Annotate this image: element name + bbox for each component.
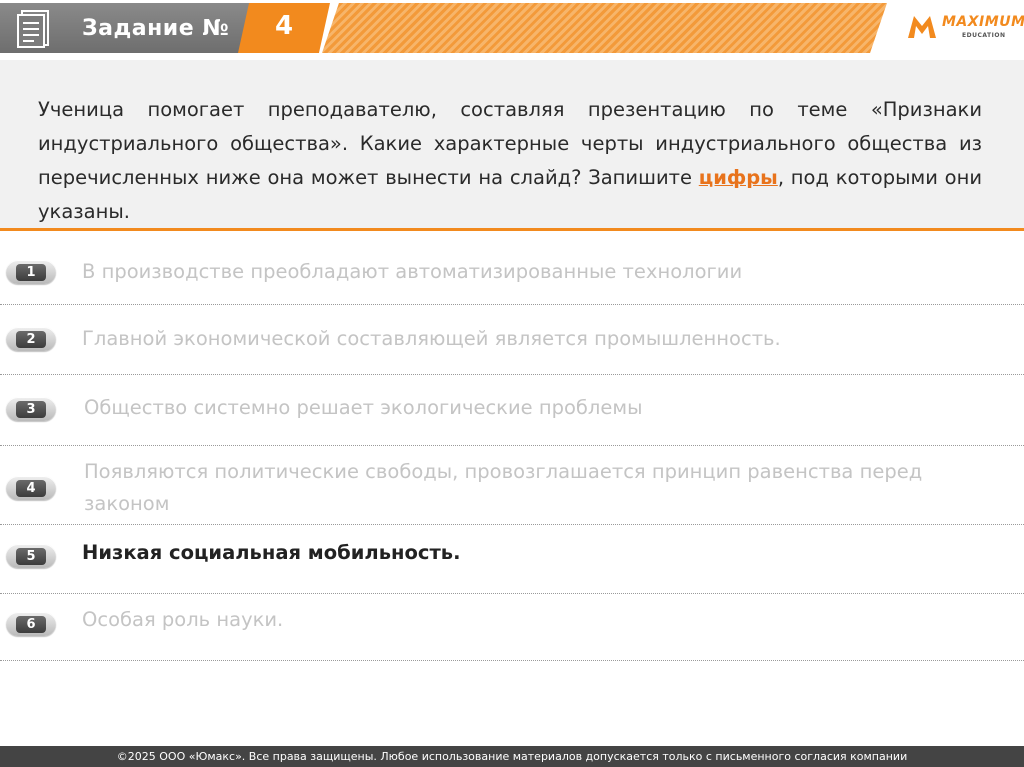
option-badge: 5 <box>6 544 56 568</box>
header-bar: Задание № 4 MAXIMUM EDUCATION <box>0 0 1024 60</box>
option-badge: 4 <box>6 476 56 500</box>
option-text: В производстве преобладают автоматизиров… <box>82 260 743 283</box>
logo-mark-icon <box>908 16 936 38</box>
header-stripe <box>322 3 887 53</box>
option-number: 4 <box>16 480 46 497</box>
option-number: 2 <box>16 331 46 348</box>
option-separator <box>0 593 1024 594</box>
option-separator <box>0 304 1024 305</box>
option-number: 1 <box>16 264 46 281</box>
option-text: Появляются политические свободы, провозг… <box>84 460 923 515</box>
logo-name: MAXIMUM <box>942 14 1024 30</box>
option-badge: 6 <box>6 612 56 636</box>
copyright-footer: ©2025 ООО «Юмакс». Все права защищены. Л… <box>0 746 1024 767</box>
question-text: Ученица помогает преподавателю, составля… <box>38 93 982 229</box>
option-number: 3 <box>16 401 46 418</box>
option-badge: 2 <box>6 327 56 351</box>
option-separator <box>0 660 1024 661</box>
option-text: Особая роль науки. <box>82 608 284 631</box>
option-number: 5 <box>16 548 46 565</box>
header-title-block: Задание № <box>0 3 262 53</box>
brand-logo: MAXIMUM EDUCATION <box>902 10 1024 50</box>
option-text: Общество системно решает экологические п… <box>84 396 643 419</box>
option-number: 6 <box>16 616 46 633</box>
option-text: Главной экономической составляющей являе… <box>82 327 781 350</box>
option-badge: 3 <box>6 397 56 421</box>
option-badge: 1 <box>6 260 56 284</box>
task-number: 4 <box>274 11 294 41</box>
option-separator <box>0 374 1024 375</box>
question-highlight: цифры <box>698 166 778 189</box>
option-separator <box>0 445 1024 446</box>
orange-divider <box>0 228 1024 231</box>
option-text: Низкая социальная мобильность. <box>82 541 461 564</box>
question-panel: Ученица помогает преподавателю, составля… <box>0 60 1024 230</box>
document-icon <box>17 10 49 48</box>
logo-sub: EDUCATION <box>962 32 1006 39</box>
option-separator <box>0 524 1024 525</box>
task-title: Задание № <box>82 16 230 41</box>
task-number-box: 4 <box>238 3 330 53</box>
